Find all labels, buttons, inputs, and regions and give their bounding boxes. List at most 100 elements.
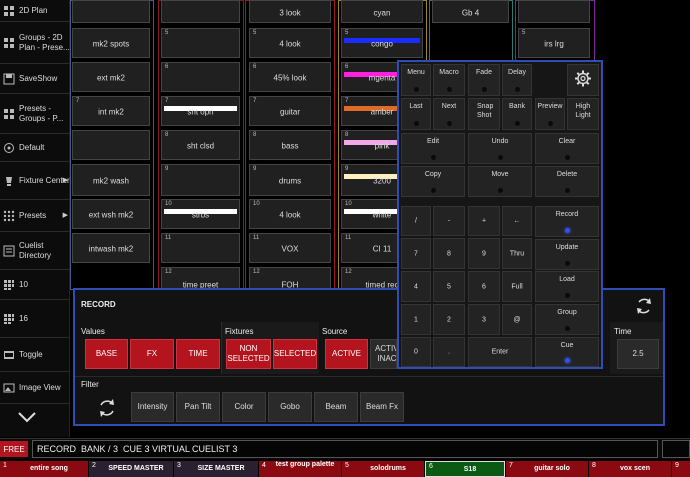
playback-9[interactable]: 9 <box>672 461 690 477</box>
preset-tile[interactable]: 7 sht opn <box>161 96 240 126</box>
group-button[interactable]: Group <box>535 304 599 335</box>
non-selected-button[interactable]: NON SELECTED <box>226 339 271 369</box>
color-tile[interactable]: cyan <box>341 0 423 23</box>
filter-color-button[interactable]: Color <box>222 392 266 422</box>
cue-button[interactable]: Cue <box>535 337 599 367</box>
time-value-field[interactable]: 2.5 <box>617 339 659 369</box>
clear-button[interactable]: Clear <box>535 133 599 164</box>
refresh-icon[interactable] <box>94 395 120 421</box>
digit-5-key[interactable]: 5 <box>433 271 465 302</box>
preset-tile[interactable] <box>518 0 590 23</box>
selected-button[interactable]: SELECTED <box>273 339 317 369</box>
thru-key[interactable]: Thru <box>502 238 532 269</box>
preset-tile[interactable]: 9 <box>161 164 240 196</box>
sidebar-item-toggle[interactable]: Toggle <box>0 338 70 372</box>
color-tile[interactable]: 5 congo <box>341 28 423 58</box>
filter-beam-fx-button[interactable]: Beam Fx <box>360 392 404 422</box>
filter-gobo-button[interactable]: Gobo <box>268 392 312 422</box>
sidebar-item-16[interactable]: 16 <box>0 300 70 338</box>
update-button[interactable]: Update <box>535 239 599 270</box>
sidebar-item-fixture-center[interactable]: Fixture Center ▶ <box>0 162 70 200</box>
group-tile[interactable]: mk2 spots <box>72 28 150 58</box>
sidebar-item-presets-groups[interactable]: Presets - Groups - P... <box>0 94 70 134</box>
digit-8-key[interactable]: 8 <box>433 238 465 269</box>
macro-button[interactable]: Macro <box>433 64 465 96</box>
look-tile[interactable]: 9 drums <box>249 164 331 196</box>
preset-tile[interactable] <box>161 0 240 23</box>
active-inactive-button[interactable]: ACTIVE INACT <box>370 339 397 369</box>
group-tile[interactable]: intwash mk2 <box>72 233 150 263</box>
digit-1-key[interactable]: 1 <box>401 304 431 335</box>
look-tile[interactable]: 7 guitar <box>249 96 331 126</box>
playback-5[interactable]: 5 solodrums <box>342 461 424 477</box>
sidebar-item-default[interactable]: Default <box>0 134 70 162</box>
refresh-icon[interactable] <box>631 293 657 319</box>
playback-6[interactable]: 6 S18 <box>425 461 505 477</box>
sidebar-item-image-view[interactable]: Image View <box>0 372 70 404</box>
at-key[interactable]: @ <box>502 304 532 335</box>
delay-button[interactable]: Delay <box>502 64 532 96</box>
delete-button[interactable]: Delete <box>535 166 599 197</box>
preset-tile[interactable]: 8 sht clsd <box>161 130 240 160</box>
preset-tile[interactable]: 12 time preet <box>161 267 240 289</box>
group-tile[interactable] <box>72 0 150 23</box>
snapshot-button[interactable]: Snap Shot <box>468 98 500 130</box>
sidebar-item-saveshow[interactable]: SaveShow <box>0 64 70 94</box>
look-tile[interactable]: 8 bass <box>249 130 331 160</box>
time-button[interactable]: TIME <box>176 339 220 369</box>
playback-4[interactable]: 4 test group palette <box>259 461 341 477</box>
group-tile[interactable]: mk2 wash <box>72 164 150 196</box>
filter-beam-button[interactable]: Beam <box>314 392 358 422</box>
undo-button[interactable]: Undo <box>468 133 532 164</box>
group-tile[interactable]: 7 int mk2 <box>72 96 150 126</box>
look-tile[interactable]: 54 look <box>249 28 331 58</box>
sidebar-item-presets[interactable]: Presets ▶ <box>0 200 70 232</box>
active-button[interactable]: ACTIVE <box>325 339 368 369</box>
look-tile[interactable]: 6 45% look <box>249 62 331 92</box>
digit-3-key[interactable]: 3 <box>468 304 500 335</box>
move-button[interactable]: Move <box>468 166 532 197</box>
command-line-input[interactable]: RECORD BANK / 3 CUE 3 VIRTUAL CUELIST 3 <box>32 440 658 458</box>
digit-4-key[interactable]: 4 <box>401 271 431 302</box>
preset-tile[interactable]: 6 <box>161 62 240 92</box>
copy-button[interactable]: Copy <box>401 166 465 197</box>
look-tile[interactable]: 10 4 look <box>249 199 331 229</box>
sidebar-item-2d-plan[interactable]: 2D Plan <box>0 0 70 22</box>
digit-2-key[interactable]: 2 <box>433 304 465 335</box>
backspace-key[interactable]: ← <box>502 206 532 236</box>
preset-tile[interactable]: 11 <box>161 233 240 263</box>
preset-tile[interactable]: 5 <box>161 28 240 58</box>
settings-button[interactable] <box>567 64 599 96</box>
menu-button[interactable]: Menu <box>401 64 431 96</box>
divide-key[interactable]: / <box>401 206 431 236</box>
decimal-key[interactable]: . <box>433 337 465 367</box>
preset-tile[interactable]: 5 irs lrg <box>518 28 590 58</box>
bank-button[interactable]: Bank <box>502 98 532 130</box>
playback-8[interactable]: 8 vox scen <box>589 461 671 477</box>
last-button[interactable]: Last <box>401 98 431 130</box>
free-button[interactable]: FREE <box>0 441 28 457</box>
preset-tile[interactable]: Gb 4 <box>432 0 509 23</box>
group-tile[interactable]: ext wsh mk2 <box>72 199 150 229</box>
playback-2[interactable]: 2 SPEED MASTER <box>89 461 173 477</box>
load-button[interactable]: Load <box>535 271 599 302</box>
preset-tile[interactable]: 10 strbs <box>161 199 240 229</box>
sidebar-item-10[interactable]: 10 <box>0 270 70 300</box>
enter-key[interactable]: Enter <box>468 337 532 367</box>
sidebar-item-groups-2d-plan[interactable]: Groups - 2D Plan - Prese... <box>0 22 70 64</box>
look-tile[interactable]: 12 FOH <box>249 267 331 289</box>
playback-1[interactable]: 1 entire song <box>0 461 88 477</box>
plus-key[interactable]: + <box>468 206 500 236</box>
command-line-extra[interactable] <box>662 440 690 458</box>
filter-intensity-button[interactable]: Intensity <box>131 392 174 422</box>
chevron-down-icon[interactable] <box>14 406 40 428</box>
digit-9-key[interactable]: 9 <box>468 238 500 269</box>
group-tile[interactable]: ext mk2 <box>72 62 150 92</box>
record-button[interactable]: Record <box>535 206 599 237</box>
base-button[interactable]: BASE <box>85 339 128 369</box>
digit-6-key[interactable]: 6 <box>468 271 500 302</box>
fade-button[interactable]: Fade <box>468 64 500 96</box>
highlight-button[interactable]: High Light <box>567 98 599 130</box>
fx-button[interactable]: FX <box>130 339 174 369</box>
next-button[interactable]: Next <box>433 98 465 130</box>
